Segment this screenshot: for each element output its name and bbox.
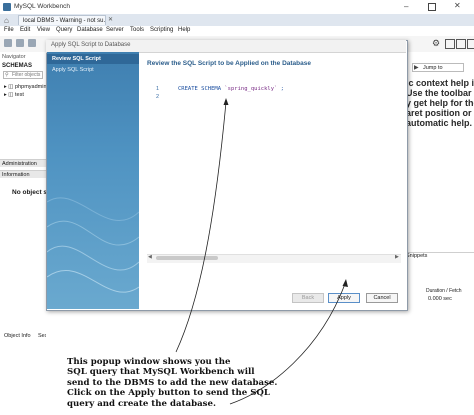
annotation-line: Click on the Apply button to send the SQ… [67,388,270,399]
annotation-line: This popup window shows you the [67,357,231,367]
annotation-caption: This popup window shows you the SQL quer… [67,357,307,409]
annotation-line: send to the DBMS to add the new database… [67,377,278,388]
callout-lines [175,98,348,405]
annotation-line: SQL query that MySQL Workbench will [67,367,255,378]
annotation-line: query and create the database. [67,398,216,409]
